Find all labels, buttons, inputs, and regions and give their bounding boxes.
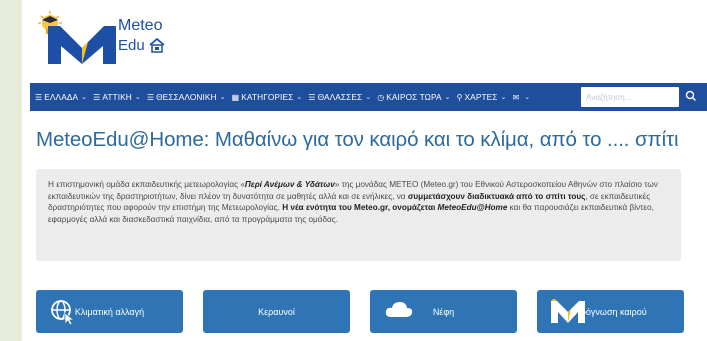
chevron-down-icon: ⌄	[524, 94, 531, 101]
nav-item-attiki[interactable]: ☰ ΑΤΤΙΚΗ ⌄	[93, 92, 141, 102]
list-icon: ☰	[93, 92, 101, 102]
tile-label: Κλιματική αλλαγή	[74, 306, 145, 317]
clock-icon: ◷	[377, 92, 385, 102]
globe-cursor-icon	[51, 300, 76, 325]
chevron-down-icon: ⌄	[444, 94, 451, 101]
nav-item-label: ΚΑΤΗΓΟΡΙΕΣ	[241, 92, 294, 102]
logo-word-meteo: Meteo	[118, 17, 163, 34]
meteo-m-logo-icon	[48, 26, 116, 64]
logo-word-edu: Edu	[118, 37, 145, 54]
intro-info-box: Η επιστημονική ομάδα εκπαιδευτικής μετεω…	[36, 169, 681, 261]
list-icon: ☰	[35, 92, 43, 102]
nav-item-kairos-tora[interactable]: ◷ ΚΑΙΡΟΣ ΤΩΡΑ ⌄	[377, 92, 450, 102]
nav-item-thessaloniki[interactable]: ☰ ΘΕΣΣΑΛΟΝΙΚΗ ⌄	[147, 92, 226, 102]
info-group-name: Περί Ανέμων & Υδάτων	[244, 180, 335, 189]
list-icon: ☰	[146, 92, 155, 102]
house-icon	[149, 37, 165, 53]
info-text: Η επιστημονική ομάδα εκπαιδευτικής μετεω…	[48, 180, 245, 189]
tile-label: Πρόγνωση καιρού	[574, 306, 647, 317]
tile-label: Νέφη	[432, 306, 455, 317]
nav-item-label: ΕΛΛΑΔΑ	[44, 92, 79, 102]
nav-item-label: ΧΑΡΤΕΣ	[464, 92, 498, 102]
main-navbar: ☰ ΕΛΛΑΔΑ ⌄ ☰ ΑΤΤΙΚΗ ⌄ ☰ ΘΕΣΣΑΛΟΝΙΚΗ ⌄ ▦ …	[30, 83, 707, 111]
chevron-down-icon: ⌄	[134, 94, 141, 101]
info-emphasis: συμμετάσχουν διαδικτυακά από το σπίτι το…	[407, 191, 586, 201]
chevron-down-icon: ⌄	[365, 94, 372, 101]
nav-item-katigories[interactable]: ▦ ΚΑΤΗΓΟΡΙΕΣ ⌄	[232, 92, 303, 102]
nav-item-mail[interactable]: ✉ ⌄	[512, 93, 530, 102]
mail-icon: ✉	[512, 92, 520, 102]
nav-item-label: ΑΤΤΙΚΗ	[102, 92, 132, 102]
page: Meteo Edu ☰ ΕΛΛΑΔΑ ⌄ ☰ ΑΤΤΙΚΗ ⌄ ☰ ΘΕΣΣΑΛ…	[22, 0, 707, 341]
info-emphasis: Η νέα ενότητα του Meteo.gr, ονομάζεται	[282, 203, 438, 212]
grid-icon: ▦	[231, 92, 240, 102]
tile-label: Κεραυνοί	[258, 306, 295, 317]
meteo-edu-logo[interactable]: Meteo Edu	[36, 10, 186, 65]
search-input[interactable]	[581, 87, 679, 107]
chevron-down-icon: ⌄	[81, 94, 88, 101]
cloud-icon	[385, 302, 413, 317]
nav-item-label: ΘΑΛΑΣΣΕΣ	[317, 92, 363, 102]
search-icon[interactable]	[685, 90, 697, 102]
tile-weather-forecast[interactable]: Πρόγνωση καιρού	[537, 290, 684, 333]
chevron-down-icon: ⌄	[296, 94, 303, 101]
nav-item-label: ΘΕΣΣΑΛΟΝΙΚΗ	[156, 92, 217, 102]
nav-item-ellada[interactable]: ☰ ΕΛΛΑΔΑ ⌄	[35, 92, 87, 102]
chevron-down-icon: ⌄	[500, 94, 507, 101]
tile-climate-change[interactable]: Κλιματική αλλαγή	[36, 290, 183, 333]
nav-items: ☰ ΕΛΛΑΔΑ ⌄ ☰ ΑΤΤΙΚΗ ⌄ ☰ ΘΕΣΣΑΛΟΝΙΚΗ ⌄ ▦ …	[30, 83, 536, 111]
nav-item-label: ΚΑΙΡΟΣ ΤΩΡΑ	[386, 92, 442, 102]
nav-item-hartes[interactable]: ⚲ ΧΑΡΤΕΣ ⌄	[457, 92, 507, 102]
chevron-down-icon: ⌄	[219, 94, 226, 101]
info-section-name: MeteoEdu@Home	[437, 203, 508, 212]
tile-clouds[interactable]: Νέφη	[370, 290, 517, 333]
nav-item-thalasses[interactable]: ☰ ΘΑΛΑΣΣΕΣ ⌄	[308, 92, 371, 102]
page-title: MeteoEdu@Home: Μαθαίνω για τον καιρό και…	[36, 128, 679, 151]
tile-lightning[interactable]: Κεραυνοί	[203, 290, 350, 333]
map-pin-icon: ⚲	[456, 92, 463, 102]
list-icon: ☰	[308, 92, 316, 102]
